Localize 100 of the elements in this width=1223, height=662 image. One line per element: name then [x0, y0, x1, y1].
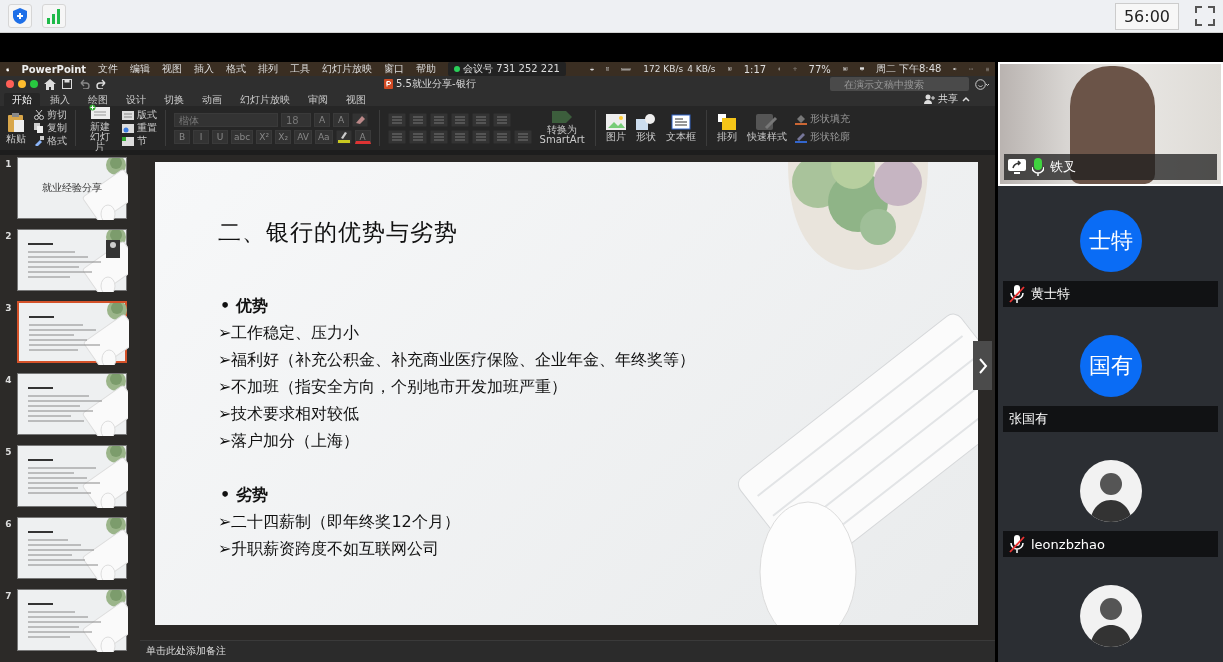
shape-outline-button[interactable]: 形状轮廓	[794, 131, 850, 143]
slide-thumbnail[interactable]	[17, 589, 127, 651]
format-button[interactable]: B	[174, 129, 190, 144]
section-heading: • 优势	[219, 295, 269, 317]
slide-number: 1	[4, 158, 13, 169]
font-color-button[interactable]: A	[354, 129, 371, 144]
clipboard-button[interactable]: 剪切	[34, 109, 67, 121]
slide-thumbnail[interactable]	[17, 301, 127, 363]
menu-item[interactable]: 文件	[98, 62, 119, 76]
format-button[interactable]: AV	[294, 129, 312, 144]
slide-thumbnail[interactable]	[17, 229, 127, 291]
paste-button[interactable]: 粘贴	[4, 112, 28, 144]
smiley-icon[interactable]	[975, 78, 989, 90]
slide-thumbnail[interactable]: 就业经验分享	[17, 157, 127, 219]
new-slide-button[interactable]: 新建幻灯片	[84, 104, 116, 152]
ribbon-tab[interactable]: 绘图	[80, 93, 116, 106]
bullet-item: ➢福利好（补充公积金、补充商业医疗保险、企业年金、年终奖等）	[218, 349, 697, 371]
section-heading: • 劣势	[219, 484, 269, 506]
ribbon-tab[interactable]: 视图	[338, 93, 374, 106]
slide-number: 4	[4, 374, 13, 385]
insert-button[interactable]: 图片	[603, 114, 628, 142]
format-brush-icon	[34, 136, 44, 146]
format-button[interactable]: Aa	[314, 129, 333, 144]
undo-icon[interactable]	[78, 79, 90, 89]
insert-button[interactable]: 文本框	[663, 114, 698, 142]
menu-item[interactable]: 格式	[226, 62, 247, 76]
ribbon-tab[interactable]: 幻灯片放映	[232, 93, 298, 106]
ppt-file-icon	[384, 79, 393, 89]
format-button[interactable]: X²	[256, 129, 273, 144]
ribbon-tab[interactable]: 审阅	[300, 93, 336, 106]
redo-icon[interactable]	[96, 79, 108, 89]
bullet-item: ➢技术要求相对较低	[218, 403, 361, 425]
layout-icon	[122, 110, 134, 120]
format-button[interactable]: U	[212, 129, 228, 144]
reset-icon	[122, 123, 134, 133]
bullet-item: ➢二十四薪制（即年终奖12个月）	[218, 511, 461, 533]
ribbon-tab[interactable]: 动画	[194, 93, 230, 106]
bluetooth-icon[interactable]	[778, 64, 781, 74]
arrange-icon	[717, 114, 736, 130]
battery-icon[interactable]	[842, 65, 848, 73]
calendar-icon	[606, 64, 610, 74]
menu-item[interactable]: 帮助	[416, 62, 437, 76]
collapse-icon[interactable]	[961, 94, 971, 104]
avatar: 国有	[1079, 335, 1142, 397]
slide-thumbnail[interactable]	[17, 373, 127, 435]
avatar: 士特	[1079, 210, 1142, 272]
battery-percent: 77%	[808, 63, 831, 75]
slide-tool-button[interactable]: 版式	[122, 109, 157, 121]
highlighter-icon[interactable]	[335, 129, 352, 144]
home-icon[interactable]	[44, 78, 56, 90]
participant-name: 铁叉	[1050, 158, 1076, 176]
save-icon[interactable]	[62, 79, 72, 89]
shape-fill-button[interactable]: 形状填充	[794, 113, 850, 125]
menu-item[interactable]: 视图	[162, 62, 183, 76]
bullet-item: ➢升职薪资跨度不如互联网公司	[218, 538, 441, 560]
slide-thumbnail[interactable]	[17, 517, 127, 579]
slide-tool-button[interactable]: 节	[122, 135, 157, 147]
add-person-icon[interactable]	[923, 94, 935, 104]
ribbon-tab[interactable]: 设计	[118, 93, 154, 106]
download-speed: 4 KB/s	[687, 64, 716, 74]
copy-icon	[34, 123, 44, 133]
quick-styles-button[interactable]: 快速样式	[744, 114, 789, 142]
next-slide-button[interactable]	[973, 341, 992, 390]
menu-item[interactable]: 工具	[290, 62, 311, 76]
menu-item[interactable]: 窗口	[384, 62, 405, 76]
shield-icon[interactable]	[12, 7, 28, 25]
participant-name: leonzbzhao	[1031, 536, 1105, 552]
insert-button[interactable]: 形状	[633, 114, 658, 142]
format-button[interactable]: abc	[231, 129, 254, 144]
share-button[interactable]: 共享	[938, 92, 958, 106]
scissors-icon	[34, 110, 44, 120]
format-button[interactable]: X₂	[275, 129, 292, 144]
app-menu[interactable]: PowerPoint	[21, 63, 87, 75]
fullscreen-icon[interactable]	[1195, 6, 1215, 26]
search-field[interactable]: 在演示文稿中搜索	[830, 77, 969, 91]
font-size-button[interactable]: A	[314, 112, 330, 127]
menu-item[interactable]: 编辑	[130, 62, 151, 76]
ribbon-tab[interactable]: 插入	[42, 93, 78, 106]
slide-number: 3	[4, 302, 13, 313]
bullet-item: ➢落户加分（上海）	[218, 430, 361, 452]
menu-item[interactable]: 排列	[258, 62, 279, 76]
bullet-item: ➢工作稳定、压力小	[218, 322, 361, 344]
slide-thumbnail[interactable]	[17, 445, 127, 507]
font-size-button[interactable]: A	[333, 112, 349, 127]
notes-field[interactable]: 单击此处添加备注	[140, 640, 995, 662]
ribbon-tab[interactable]: 切换	[156, 93, 192, 106]
ribbon-tab[interactable]: 开始	[4, 93, 40, 106]
smartart-button[interactable]: 转换为 SmartArt	[537, 111, 587, 145]
clock: 周二 下午8:48	[875, 62, 942, 76]
slide-number: 6	[4, 518, 13, 529]
menu-item[interactable]: 幻灯片放映	[322, 62, 373, 76]
clipboard-icon	[7, 112, 25, 132]
menu-item[interactable]: 插入	[194, 62, 215, 76]
clipboard-button[interactable]: 复制	[34, 122, 67, 134]
clipboard-button[interactable]: 格式	[34, 135, 67, 147]
battery-small-icon	[727, 65, 732, 73]
arrange-button[interactable]: 排列	[714, 114, 739, 142]
eraser-icon[interactable]	[352, 112, 368, 127]
signal-bars-icon[interactable]	[46, 8, 62, 24]
slide-tool-button[interactable]: 重置	[122, 122, 157, 134]
